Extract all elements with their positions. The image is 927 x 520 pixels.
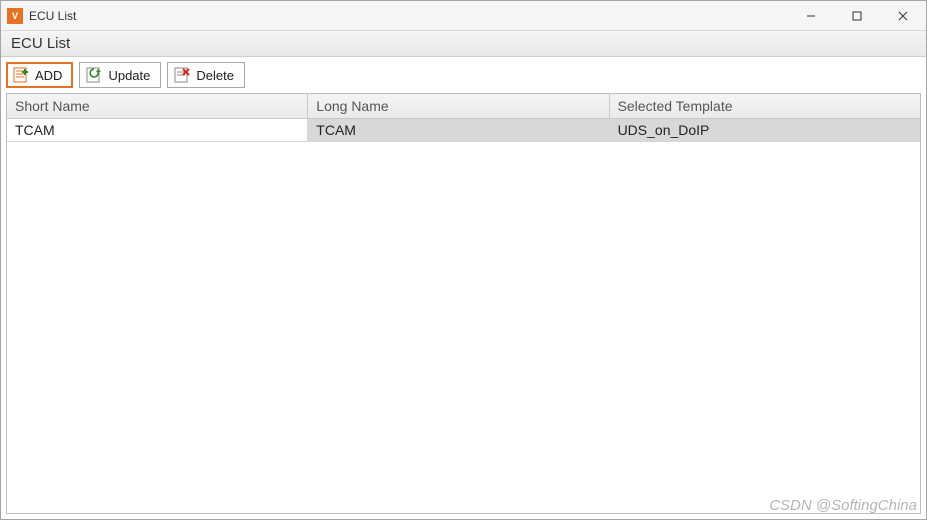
table-row[interactable]: TCAM TCAM UDS_on_DoIP — [7, 119, 920, 142]
refresh-icon — [84, 65, 104, 85]
cell-selected-template[interactable]: UDS_on_DoIP — [610, 119, 920, 142]
window-controls — [788, 1, 926, 30]
add-icon — [11, 65, 31, 85]
delete-button[interactable]: Delete — [167, 62, 245, 88]
titlebar: V ECU List — [1, 1, 926, 31]
column-header-selected-template[interactable]: Selected Template — [610, 94, 920, 119]
update-button[interactable]: Update — [79, 62, 161, 88]
maximize-button[interactable] — [834, 1, 880, 30]
column-header-short-name[interactable]: Short Name — [7, 94, 308, 119]
delete-button-label: Delete — [196, 68, 234, 83]
cell-short-name[interactable]: TCAM — [7, 119, 308, 142]
close-button[interactable] — [880, 1, 926, 30]
add-button[interactable]: ADD — [6, 62, 73, 88]
app-icon: V — [7, 8, 23, 24]
update-button-label: Update — [108, 68, 150, 83]
app-window: V ECU List ECU List — [0, 0, 927, 520]
page-title: ECU List — [1, 31, 926, 57]
ecu-table: Short Name Long Name Selected Template T… — [6, 93, 921, 514]
toolbar: ADD Update Delet — [1, 57, 926, 93]
cell-long-name[interactable]: TCAM — [308, 119, 609, 142]
minimize-button[interactable] — [788, 1, 834, 30]
close-icon — [898, 11, 908, 21]
table-header: Short Name Long Name Selected Template — [7, 94, 920, 119]
column-header-long-name[interactable]: Long Name — [308, 94, 609, 119]
maximize-icon — [852, 11, 862, 21]
minimize-icon — [806, 11, 816, 21]
delete-icon — [172, 65, 192, 85]
window-title: ECU List — [29, 9, 788, 23]
table-body: TCAM TCAM UDS_on_DoIP — [7, 119, 920, 142]
app-icon-letter: V — [12, 11, 18, 21]
add-button-label: ADD — [35, 68, 62, 83]
